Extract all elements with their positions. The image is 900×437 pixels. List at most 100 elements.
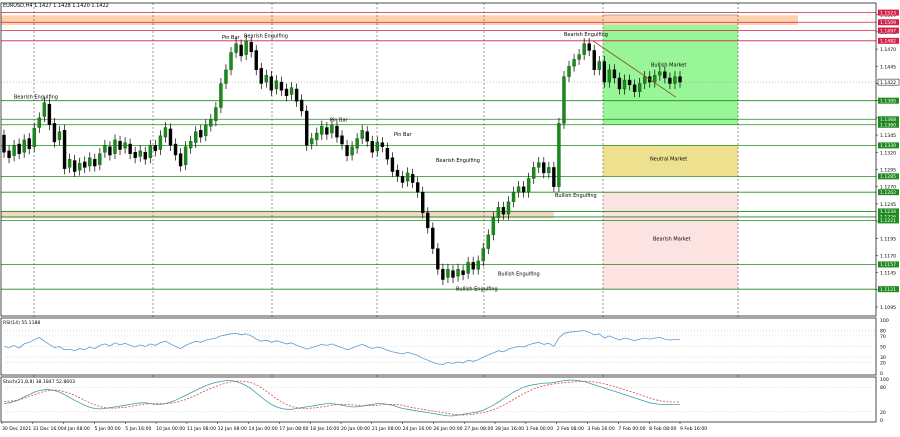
candle-body [83, 161, 87, 168]
candle-body [627, 79, 632, 86]
candle-body [320, 125, 324, 135]
time-tick-label: 30 Dec 2021 [2, 426, 31, 432]
rsi-tick-label: 20 [880, 360, 886, 366]
candle-body [239, 44, 243, 57]
candle-body [118, 141, 122, 150]
candle-body [431, 227, 435, 249]
candle-body [168, 128, 173, 146]
candle-body [577, 54, 581, 60]
candle-body [355, 138, 359, 149]
candle-body [340, 135, 344, 145]
candle-body [335, 125, 339, 138]
candle-body [486, 234, 490, 249]
candle-body [42, 102, 47, 117]
price-tick-label: 1.1345 [880, 133, 896, 139]
candle-body [547, 167, 551, 174]
time-tick-label: 8 Feb 08:00 [649, 426, 676, 432]
rsi-tick-label: 70 [880, 334, 886, 340]
time-tick-label: 5 Jan 16:00 [125, 426, 151, 432]
level-price-text: 1.1523 [880, 10, 896, 16]
candle-body [617, 77, 622, 90]
candle-body [304, 110, 309, 146]
rsi-tick-label: 80 [880, 329, 886, 335]
candle-body [653, 75, 657, 83]
price-tick-label: 1.1170 [880, 253, 896, 259]
candle-body [62, 130, 67, 169]
bullish-engulfing-label-2: Bullish Engulfing [456, 287, 498, 293]
pin-bar-label-3: Pin Bar [394, 132, 413, 138]
stoch-tick-label: 100 [880, 377, 889, 383]
candle-body [93, 158, 97, 167]
level-price-text: 1.1121 [880, 287, 896, 293]
level-price-text: 1.1509 [880, 20, 896, 26]
candle-body [2, 134, 6, 153]
level-price-text: 1.1360 [880, 123, 896, 129]
candle-body [199, 130, 203, 138]
level-price-text: 1.1497 [880, 28, 896, 34]
candle-body [72, 160, 77, 172]
candle-body [188, 141, 193, 149]
price-tick-label: 1.1295 [880, 167, 896, 173]
bearish-engulfing-label-1: Bearish Engulfing [14, 95, 58, 101]
candle-body [562, 76, 566, 124]
candle-body [400, 176, 405, 183]
bearish-engulfing-label-4: Bearish Engulfing [564, 32, 608, 38]
time-tick-label: 26 Jan 00:00 [433, 426, 462, 432]
candle-body [592, 50, 596, 70]
candle-body [244, 40, 248, 55]
time-tick-label: 24 Jan 16:00 [403, 426, 432, 432]
rsi-tick-label: 30 [880, 355, 886, 361]
candle-body [294, 88, 299, 102]
candle-body [183, 146, 188, 165]
candle-body [637, 83, 642, 92]
bullish-market-label: Bullish Market [651, 62, 686, 68]
candle-body [128, 143, 132, 154]
candle-body [668, 77, 672, 84]
pin-bar-label-1: Pin Bar [222, 35, 241, 41]
chart-canvas[interactable]: Bearish Engulfing Pin Bar Bearish Engulfin… [0, 0, 900, 433]
candle-body [673, 76, 677, 84]
stoch-tick-label: 20 [880, 410, 886, 416]
candle-body [436, 248, 440, 270]
candle-body [446, 269, 450, 278]
candle-body [219, 83, 223, 108]
price-tick-label: 1.1145 [880, 271, 896, 277]
level-price-text: 1.1285 [880, 174, 896, 180]
candle-body [441, 269, 445, 280]
candle-body [476, 260, 480, 270]
candle-body [315, 132, 319, 141]
candle-body [658, 71, 662, 76]
bearish-market-label: Bearish Market [653, 236, 691, 242]
bullish-engulfing-label-1: Bullish Engulfing [498, 271, 540, 277]
candle-body [264, 75, 269, 83]
candle-body [365, 131, 369, 142]
candle-body [32, 127, 36, 147]
stoch-tick-label: 80 [880, 385, 886, 391]
candle-body [350, 146, 354, 156]
candle-body [7, 150, 11, 158]
price-tick-label: 1.1195 [880, 236, 896, 242]
level-price-text: 1.1262 [880, 190, 896, 196]
stoch-label: Stoch(21,8,8) 38.1847 52.8603 [3, 379, 75, 385]
candle-body [12, 145, 16, 156]
candle-body [496, 207, 501, 218]
candle-body [572, 59, 576, 67]
bearish-engulfing-label-3: Bearish Engulfing [436, 158, 480, 164]
time-tick-label: 18 Jan 16:00 [310, 426, 339, 432]
candle-body [27, 138, 31, 150]
candle-body [194, 131, 198, 143]
time-tick-label: 11 Jan 08:00 [187, 426, 216, 432]
candle-body [491, 217, 496, 236]
chart-window[interactable]: Bearish Engulfing Pin Bar Bearish Engulfin… [0, 0, 900, 433]
candle-body [178, 153, 183, 167]
candle-body [57, 131, 62, 141]
candle-body [511, 191, 516, 203]
candle-body [345, 145, 349, 156]
candle-body [481, 248, 485, 262]
candle-body [557, 123, 561, 187]
candle-body [143, 152, 147, 160]
candle-body [284, 88, 289, 97]
pin-bar-label-2: Pin Bar [330, 117, 349, 123]
candle-body [587, 43, 591, 51]
candle-body [229, 52, 233, 70]
